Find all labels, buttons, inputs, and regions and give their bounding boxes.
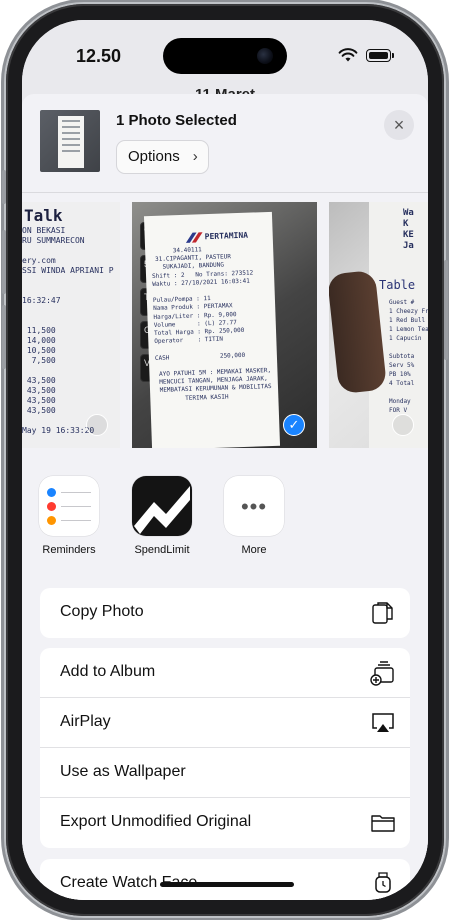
photo-item-selected[interactable]: %F9F10567TYUGHJVBN PERTAMINA 34.40111 31… xyxy=(132,202,317,448)
action-label: AirPlay xyxy=(60,713,111,730)
app-reminders[interactable]: Reminders xyxy=(29,476,109,556)
pertamina-logo-icon xyxy=(185,232,203,243)
app-label: Reminders xyxy=(42,544,96,556)
receipt-text: Guest # 1 Cheezy Fr 1 Red Bull 1 Lemon T… xyxy=(389,299,428,414)
action-label: Add to Album xyxy=(60,663,156,680)
action-add-to-album[interactable]: Add to Album xyxy=(40,648,410,698)
action-group-tertiary: Create Watch Face xyxy=(40,859,410,900)
header-divider xyxy=(22,192,428,193)
receipt-brand: PERTAMINA xyxy=(204,230,249,242)
side-button xyxy=(444,260,448,360)
app-more[interactable]: ••• More xyxy=(214,476,294,556)
add-to-album-icon xyxy=(370,661,394,686)
airplay-icon xyxy=(372,713,394,732)
volume-down-button xyxy=(2,305,6,369)
action-label: Use as Wallpaper xyxy=(60,763,186,780)
action-group-secondary: Add to Album AirPlay Use as Wallpaper Ex… xyxy=(40,648,410,848)
checkmark-icon[interactable]: ✓ xyxy=(283,414,305,436)
reminders-icon xyxy=(39,476,99,536)
receipt-table-label: Table xyxy=(379,278,416,292)
options-button[interactable]: Options › xyxy=(116,140,209,174)
selected-photo-thumbnail xyxy=(40,110,100,172)
sheet-title: 1 Photo Selected xyxy=(116,112,237,129)
photo-item[interactable]: Wa K KE Ja Table Guest # 1 Cheezy Fr 1 R… xyxy=(329,202,428,448)
copy-photo-icon xyxy=(372,602,393,624)
share-sheet: 1 Photo Selected Options › × Talk ON BEK… xyxy=(22,94,428,900)
action-label: Copy Photo xyxy=(60,603,144,620)
screen: 11 Maret 12.50 1 Photo Selected Options … xyxy=(22,20,428,900)
close-button[interactable]: × xyxy=(384,110,414,140)
dynamic-island xyxy=(163,38,287,74)
share-sheet-header: 1 Photo Selected Options › × xyxy=(22,94,428,192)
app-label: More xyxy=(241,544,267,556)
action-button xyxy=(2,170,6,204)
spendlimit-icon xyxy=(132,476,192,536)
more-icon: ••• xyxy=(224,476,284,536)
receipt-text: 34.40111 31.CIPAGANTI, PASTEUR SUKAJADI,… xyxy=(151,246,272,403)
watch-icon xyxy=(375,872,391,893)
receipt-header: Talk xyxy=(24,206,63,225)
action-copy-photo[interactable]: Copy Photo xyxy=(40,588,410,638)
home-indicator[interactable] xyxy=(160,882,294,887)
status-time: 12.50 xyxy=(76,46,122,66)
wifi-icon xyxy=(338,48,358,62)
close-icon: × xyxy=(393,115,405,135)
action-group-primary: Copy Photo xyxy=(40,588,410,638)
photo-item[interactable]: Talk ON BEKASI RU SUMMARECON ery.com SSI… xyxy=(22,202,120,448)
action-label: Export Unmodified Original xyxy=(60,813,252,830)
action-export-unmodified-original[interactable]: Export Unmodified Original xyxy=(40,798,410,848)
receipt: PERTAMINA 34.40111 31.CIPAGANTI, PASTEUR… xyxy=(143,211,281,448)
photo-carousel[interactable]: Talk ON BEKASI RU SUMMARECON ery.com SSI… xyxy=(22,202,428,450)
app-row: Reminders SpendLimit ••• More xyxy=(22,476,428,566)
app-spendlimit[interactable]: SpendLimit xyxy=(122,476,202,556)
battery-icon xyxy=(366,49,394,62)
volume-up-button xyxy=(2,230,6,294)
thumbnail-receipt xyxy=(58,116,84,168)
selection-circle[interactable] xyxy=(392,414,414,436)
receipt-text: Wa K KE Ja xyxy=(403,208,414,251)
folder-icon xyxy=(371,815,395,832)
camera-icon xyxy=(257,48,273,64)
action-use-as-wallpaper[interactable]: Use as Wallpaper xyxy=(40,748,410,798)
chevron-right-icon: › xyxy=(192,148,198,165)
selection-circle[interactable] xyxy=(86,414,108,436)
app-label: SpendLimit xyxy=(134,544,190,556)
action-create-watch-face[interactable]: Create Watch Face xyxy=(40,859,410,900)
options-label: Options xyxy=(128,148,180,165)
action-airplay[interactable]: AirPlay xyxy=(40,698,410,748)
